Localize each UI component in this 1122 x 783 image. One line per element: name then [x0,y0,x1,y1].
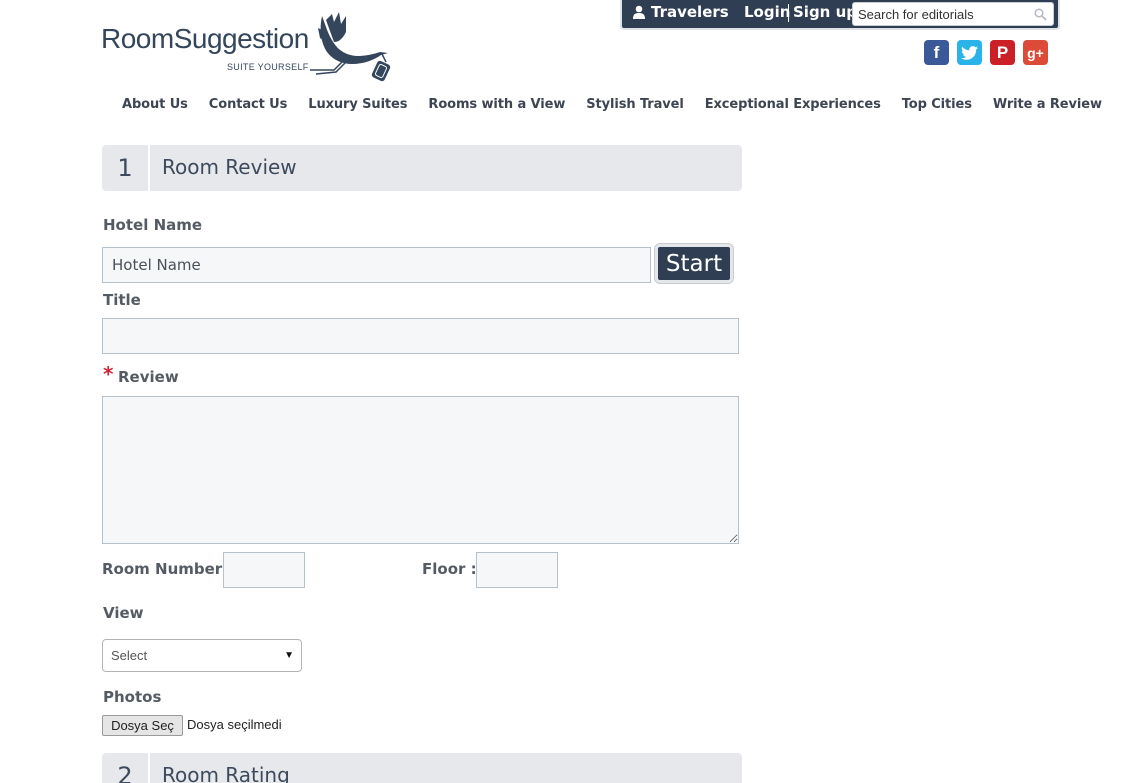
hotel-name-label: Hotel Name [103,216,203,234]
google-plus-glyph: g+ [1027,44,1044,61]
floor-label: Floor : [422,560,477,578]
nav-stylish-travel[interactable]: Stylish Travel [586,97,684,112]
nav-rooms-with-a-view[interactable]: Rooms with a View [428,97,565,112]
review-textarea[interactable] [102,396,739,544]
floor-input[interactable] [476,552,558,588]
nav-luxury-suites[interactable]: Luxury Suites [308,97,407,112]
search-icon[interactable] [1034,8,1047,21]
google-plus-icon[interactable]: g+ [1023,40,1048,65]
nav-contact-us[interactable]: Contact Us [209,97,288,112]
section-number: 1 [102,145,150,191]
search-box [852,2,1054,26]
travelers-label: Travelers [651,3,729,21]
section-number: 2 [102,753,150,783]
hotel-name-input[interactable] [102,247,651,283]
logo-wordmark: RoomSuggestion [101,23,309,54]
signup-link[interactable]: Sign up [793,3,857,21]
choose-file-button[interactable]: Dosya Seç [102,715,183,736]
file-status-text: Dosya seçilmedi [187,717,282,732]
main-nav: About Us Contact Us Luxury Suites Rooms … [122,97,1122,112]
section-header-room-review: 1 Room Review [102,145,742,191]
view-label: View [103,604,144,622]
pinterest-icon[interactable]: P [990,40,1015,65]
view-select[interactable]: Select ▼ [102,639,302,672]
review-label: Review [118,368,179,386]
room-number-label: Room Number : [102,560,234,578]
facebook-icon[interactable]: f [924,40,949,65]
section-title: Room Rating [162,763,290,783]
title-label: Title [103,291,141,309]
nav-write-a-review[interactable]: Write a Review [993,97,1102,112]
twitter-icon[interactable] [957,40,982,65]
pinterest-glyph: P [996,42,1009,62]
dropdown-arrow-icon: ▼ [284,650,294,661]
required-marker: * [103,362,114,386]
login-signup-divider [788,4,789,22]
section-header-room-rating: 2 Room Rating [102,753,742,783]
facebook-glyph: f [933,42,940,62]
section-title: Room Review [162,155,297,179]
title-input[interactable] [102,318,739,354]
room-number-input[interactable] [223,552,305,588]
top-bar: Travelers Login Sign up [620,0,1060,30]
logo-tagline: SUITE YOURSELF [227,62,309,72]
stork-icon [310,12,391,82]
view-selected-value: Select [111,648,148,663]
site-logo[interactable]: RoomSuggestion SUITE YOURSELF [101,12,391,84]
nav-about-us[interactable]: About Us [122,97,188,112]
photos-label: Photos [103,688,162,706]
login-link[interactable]: Login [744,3,790,21]
travelers-link[interactable]: Travelers [632,3,729,21]
user-icon [633,5,645,19]
search-input[interactable] [853,3,1029,25]
nav-top-cities[interactable]: Top Cities [902,97,972,112]
start-button[interactable]: Start [654,243,734,284]
nav-exceptional-experiences[interactable]: Exceptional Experiences [705,97,881,112]
twitter-bird-icon [961,45,978,60]
